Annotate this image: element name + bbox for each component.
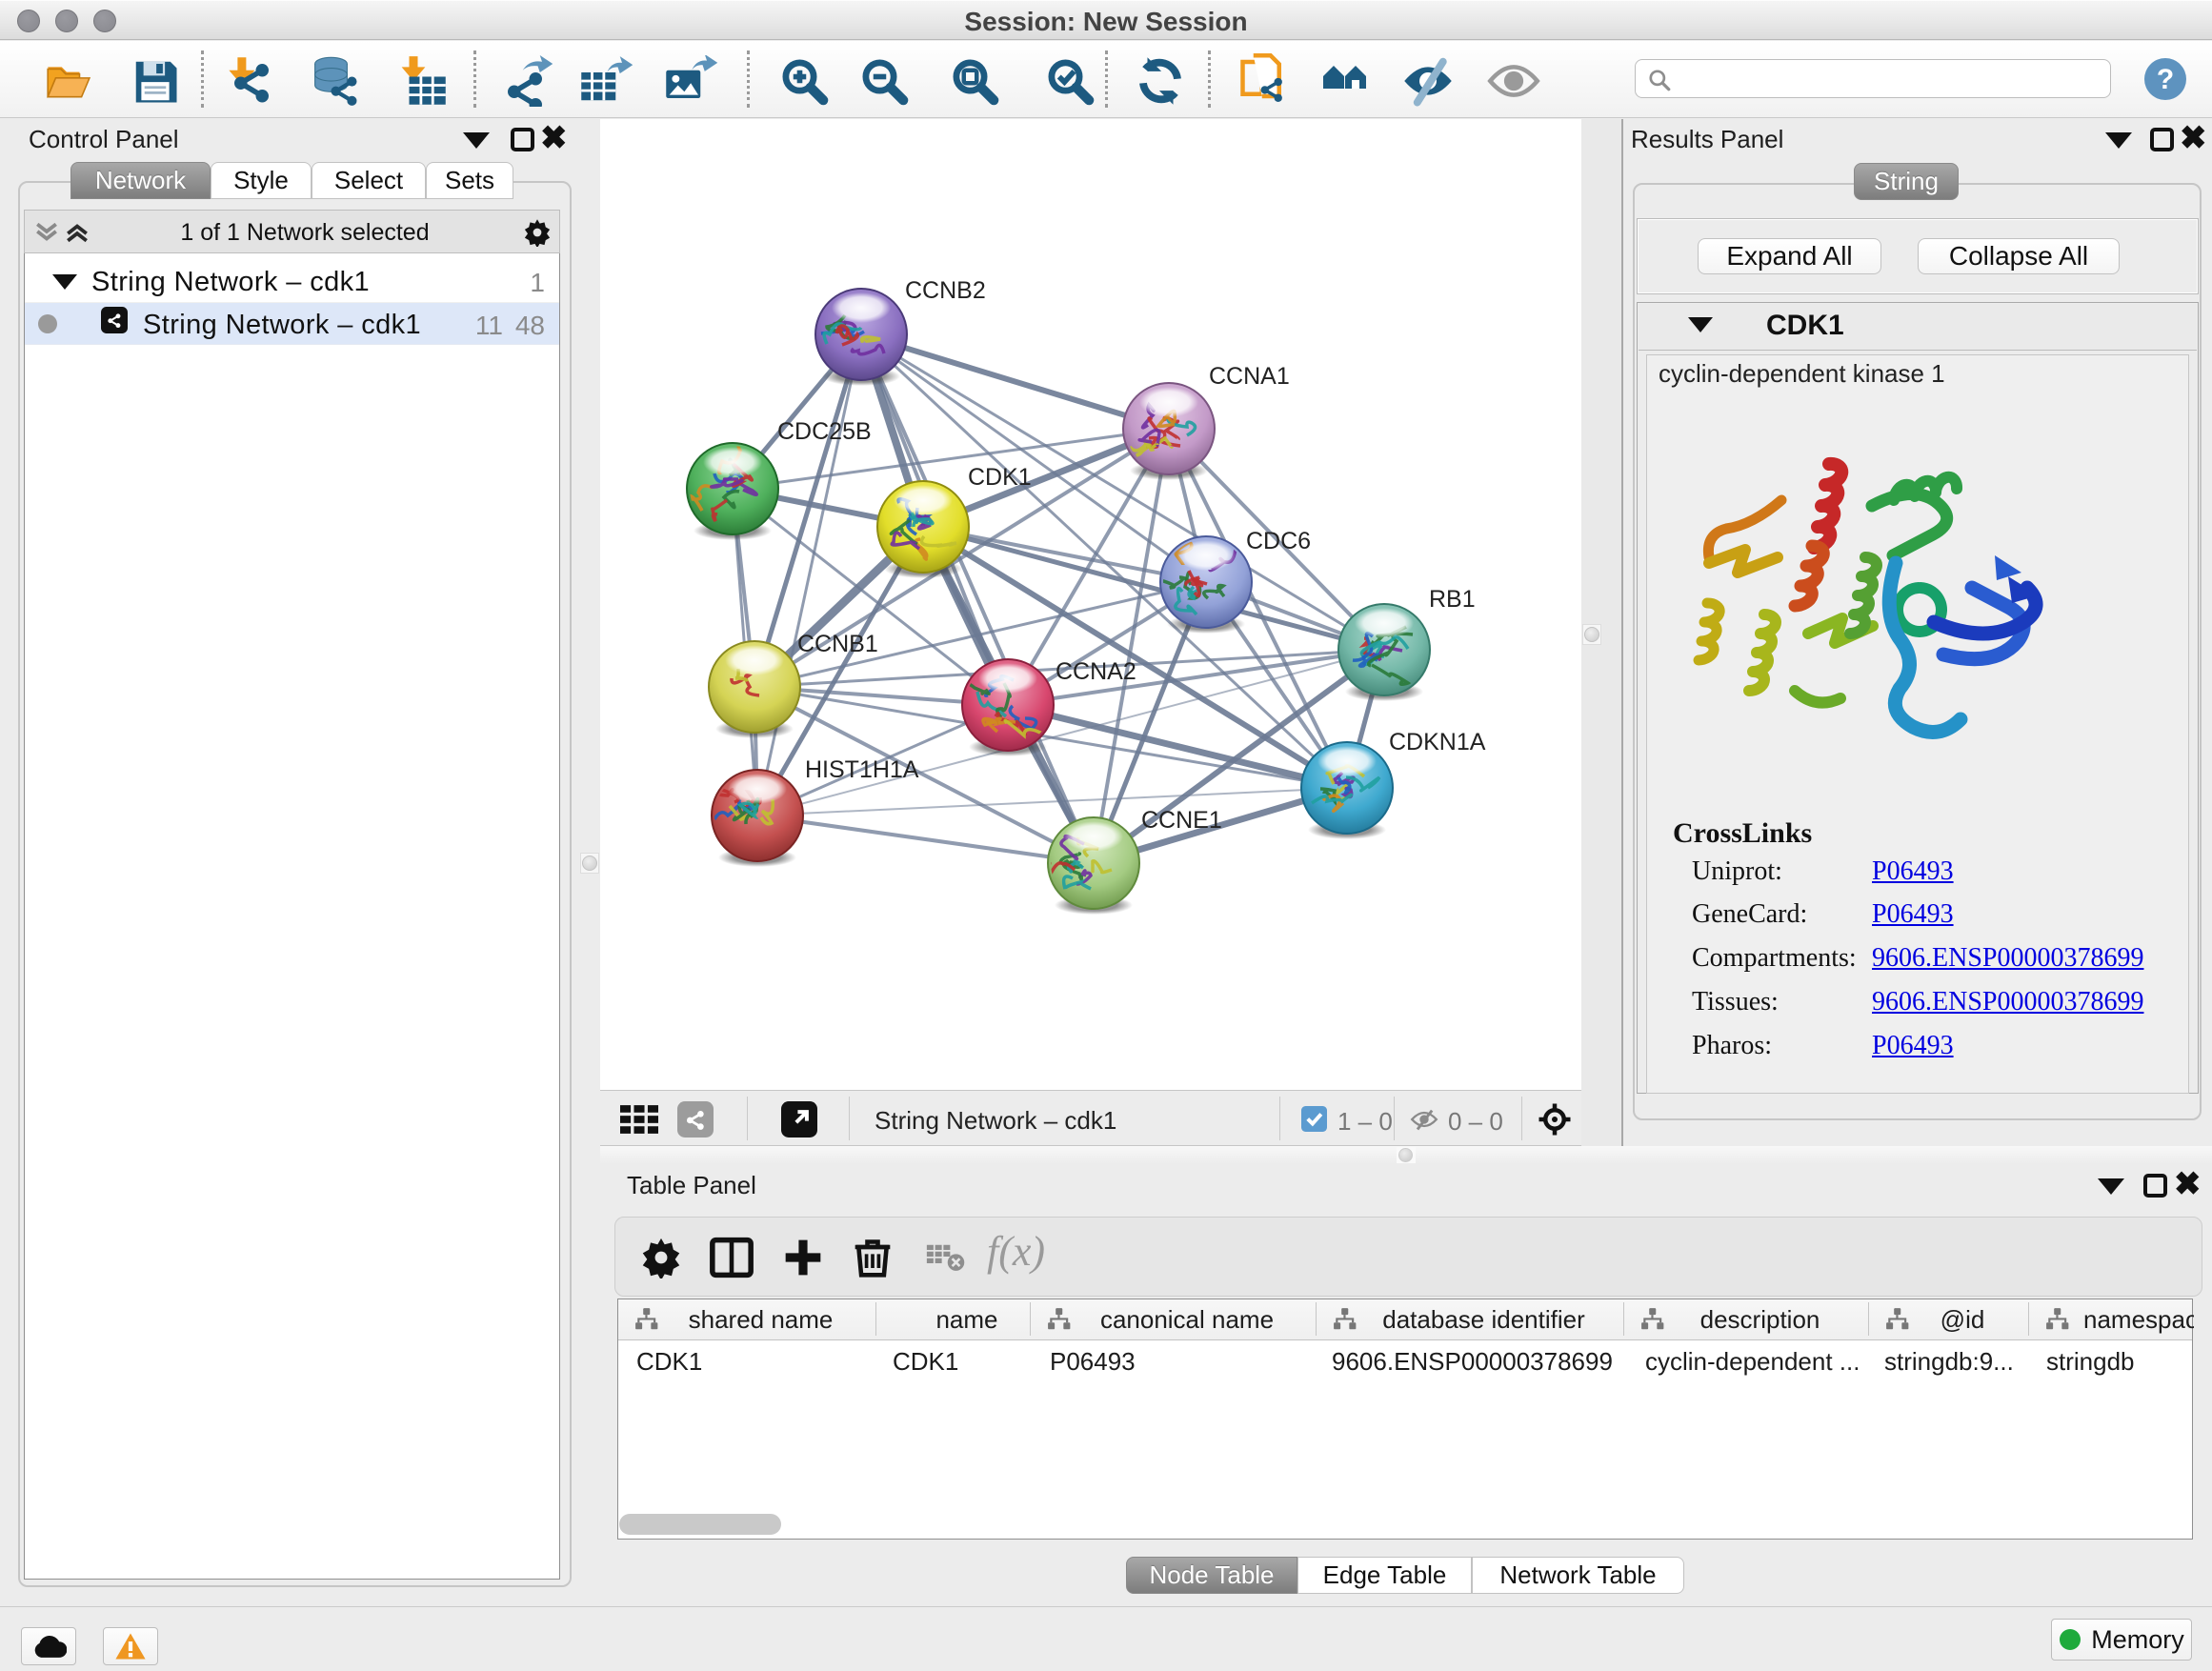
svg-text:CDK1: CDK1 — [968, 464, 1032, 491]
svg-text:?: ? — [2157, 64, 2174, 95]
svg-text:CCNA1: CCNA1 — [1209, 363, 1290, 390]
svg-text:HIST1H1A: HIST1H1A — [805, 756, 919, 783]
svg-text:CDC25B: CDC25B — [777, 418, 872, 445]
svg-text:CCNE1: CCNE1 — [1141, 807, 1222, 834]
svg-text:CDC6: CDC6 — [1246, 528, 1311, 554]
svg-text:CCNB2: CCNB2 — [905, 277, 986, 304]
svg-text:CDKN1A: CDKN1A — [1389, 729, 1486, 755]
svg-text:CCNA2: CCNA2 — [1056, 658, 1136, 685]
svg-text:RB1: RB1 — [1429, 586, 1476, 613]
svg-text:CCNB1: CCNB1 — [797, 631, 878, 657]
